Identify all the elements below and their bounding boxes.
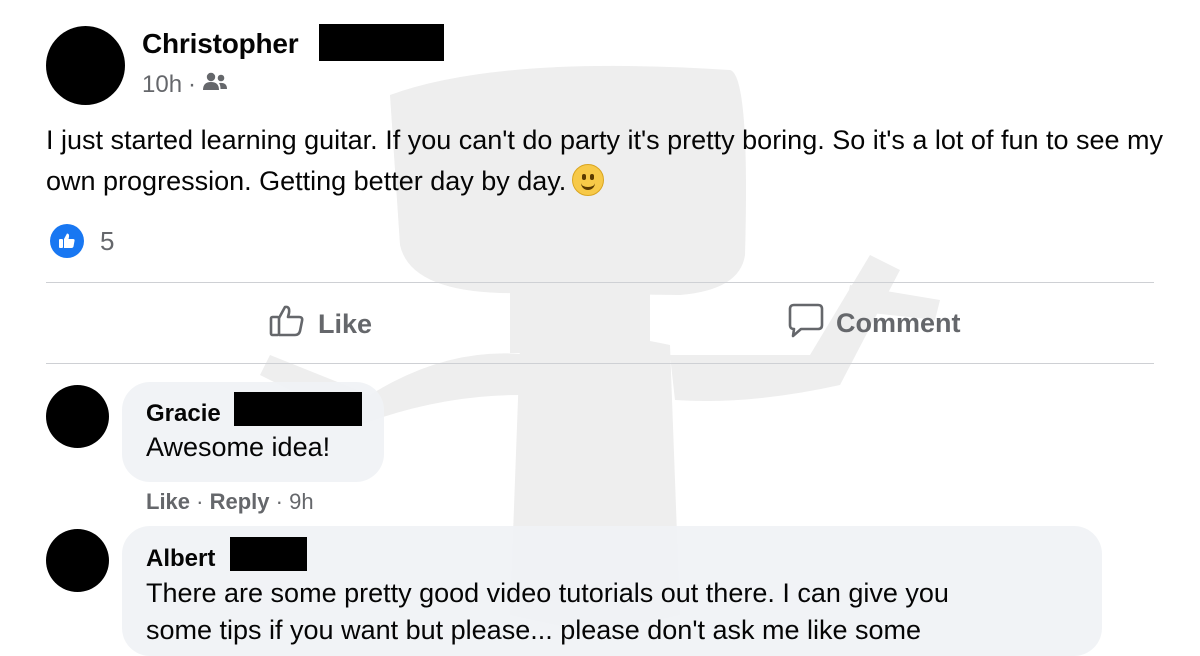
separator: · <box>196 489 204 514</box>
comment-text: There are some pretty good video tutoria… <box>146 578 949 608</box>
meta-separator: · <box>188 71 197 98</box>
separator: · <box>275 489 283 514</box>
post-text: I just started learning guitar. If you c… <box>46 120 1166 202</box>
divider-bottom <box>46 363 1154 364</box>
comment-actions: Like · Reply · 9h <box>146 489 314 515</box>
comment-author[interactable]: Albert <box>146 545 215 573</box>
post-text-content: I just started learning guitar. If you c… <box>46 125 1164 196</box>
post-meta: 10h · <box>142 71 228 99</box>
like-button[interactable]: Like <box>268 302 372 347</box>
divider-top <box>46 282 1154 283</box>
redacted-surname <box>234 392 362 426</box>
comment-like-link[interactable]: Like <box>146 489 190 514</box>
comment-time[interactable]: 9h <box>289 489 313 514</box>
redacted-surname <box>230 537 307 571</box>
smiley-emoji-icon <box>572 164 605 196</box>
reaction-summary[interactable]: 5 <box>50 224 114 258</box>
like-button-label: Like <box>318 309 373 339</box>
comment-avatar[interactable] <box>46 385 109 448</box>
comment-text-continued: some tips if you want but please... plea… <box>146 615 922 645</box>
comment-author[interactable]: Gracie <box>146 400 221 428</box>
post-author-name[interactable]: Christopher <box>142 28 299 60</box>
comment-button[interactable]: Comment <box>788 302 961 345</box>
like-badge-icon <box>50 224 84 258</box>
comment-reply-link[interactable]: Reply <box>210 489 270 514</box>
comment-bubble-icon <box>788 302 824 345</box>
comment-text: Awesome idea! <box>146 432 331 462</box>
comment-avatar[interactable] <box>46 529 109 592</box>
redacted-surname <box>319 24 444 61</box>
comment-button-label: Comment <box>836 308 961 338</box>
thumbs-up-icon <box>268 302 306 347</box>
friends-icon[interactable] <box>202 71 228 99</box>
reaction-count: 5 <box>100 225 115 256</box>
post-author-avatar[interactable] <box>46 26 125 105</box>
post-time[interactable]: 10h <box>142 71 182 99</box>
